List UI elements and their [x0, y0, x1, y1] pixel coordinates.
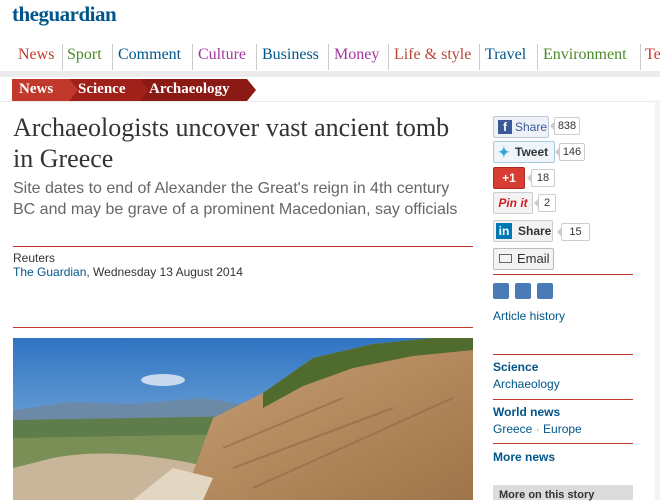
- divider: [493, 354, 633, 355]
- nav-item-business[interactable]: Business: [262, 46, 319, 64]
- nav-divider: [192, 44, 193, 70]
- breadcrumb-label: News: [19, 81, 54, 97]
- nav-divider: [388, 44, 389, 70]
- breadcrumb-arrow: [140, 79, 149, 101]
- guardian-logo[interactable]: theguardian: [12, 2, 117, 27]
- greece-tag-link[interactable]: Greece: [493, 422, 532, 436]
- tweet-count: 146: [555, 143, 585, 161]
- linkedin-share-count: 15: [557, 223, 590, 241]
- print-icon[interactable]: [493, 283, 509, 299]
- breadcrumb-arrow: [247, 79, 256, 101]
- more-on-this-story-heading: More on this story: [499, 489, 595, 501]
- google-icon[interactable]: [537, 283, 553, 299]
- email-label: Email: [517, 251, 550, 266]
- nav-item-environment[interactable]: Environment: [543, 46, 627, 64]
- tomb-excavation-photo: [13, 338, 473, 500]
- nav-item-comment[interactable]: Comment: [118, 46, 181, 64]
- nav-divider: [640, 44, 641, 70]
- archaeology-tag-link[interactable]: Archaeology: [493, 377, 560, 391]
- publication-line: The Guardian, Wednesday 13 August 2014: [13, 265, 243, 279]
- nav-underline: [0, 71, 660, 77]
- scrollbar-track[interactable]: [655, 100, 660, 500]
- nav-divider: [112, 44, 113, 70]
- article-headline: Archaeologists uncover vast ancient tomb…: [13, 113, 450, 173]
- google-plus-count: 18: [527, 169, 555, 187]
- share-icon[interactable]: [515, 283, 531, 299]
- email-icon: [499, 254, 512, 263]
- nav-item-sport[interactable]: Sport: [67, 46, 102, 64]
- world-news-section-link[interactable]: World news: [493, 405, 560, 419]
- linkedin-share-label: Share: [518, 224, 552, 238]
- nav-divider: [537, 44, 538, 70]
- facebook-icon: f: [498, 120, 512, 134]
- linkedin-share-button[interactable]: in Share: [493, 220, 553, 242]
- divider: [13, 327, 473, 328]
- pinterest-button[interactable]: Pin it: [493, 192, 533, 214]
- tweet-button[interactable]: ✦ Tweet: [493, 141, 555, 163]
- tag-separator: ·: [532, 422, 544, 436]
- publication-date: , Wednesday 13 August 2014: [86, 265, 243, 279]
- breadcrumb-archaeology[interactable]: Archaeology: [140, 79, 256, 101]
- divider: [13, 246, 473, 247]
- email-button[interactable]: Email: [493, 248, 554, 270]
- facebook-share-label: Share: [515, 120, 548, 134]
- facebook-share-button[interactable]: f Share: [493, 116, 549, 138]
- section-nav: News Sport Comment Culture Business Mone…: [0, 42, 660, 72]
- breadcrumb-news[interactable]: News: [12, 79, 78, 101]
- divider: [493, 443, 633, 444]
- facebook-share-count: 838: [550, 117, 580, 135]
- nav-item-technology[interactable]: Te: [645, 46, 660, 64]
- article-photo: [13, 338, 473, 500]
- twitter-icon: ✦: [498, 144, 510, 160]
- pinterest-count: 2: [534, 194, 556, 212]
- google-plus-icon: +1: [502, 171, 516, 185]
- nav-item-news[interactable]: News: [18, 46, 54, 64]
- tweet-label: Tweet: [515, 145, 549, 159]
- breadcrumb-arrow: [69, 79, 78, 101]
- google-plus-button[interactable]: +1: [493, 167, 525, 189]
- region-tags: Greece · Europe: [493, 422, 582, 436]
- nav-divider: [328, 44, 329, 70]
- breadcrumb-label: Archaeology: [149, 81, 230, 97]
- breadcrumb-underline: [0, 101, 660, 102]
- nav-item-travel[interactable]: Travel: [485, 46, 526, 64]
- nav-item-money[interactable]: Money: [334, 46, 379, 64]
- linkedin-icon: in: [496, 223, 512, 239]
- breadcrumb-label: Science: [78, 81, 126, 97]
- pinterest-icon: Pin it: [498, 196, 528, 210]
- science-section-link[interactable]: Science: [493, 360, 538, 374]
- article-standfirst: Site dates to end of Alexander the Great…: [13, 180, 458, 218]
- nav-divider: [62, 44, 63, 70]
- more-on-this-story-panel: More on this story: [493, 485, 633, 501]
- europe-tag-link[interactable]: Europe: [543, 422, 582, 436]
- breadcrumb-science[interactable]: Science: [69, 79, 149, 101]
- publication-link[interactable]: The Guardian: [13, 265, 86, 279]
- divider: [493, 399, 633, 400]
- byline: Reuters: [13, 251, 56, 265]
- nav-divider: [479, 44, 480, 70]
- article-history-link[interactable]: Article history: [493, 309, 565, 323]
- nav-item-life-style[interactable]: Life & style: [394, 46, 471, 64]
- nav-item-culture[interactable]: Culture: [198, 46, 246, 64]
- nav-divider: [256, 44, 257, 70]
- divider: [493, 274, 633, 275]
- more-news-link[interactable]: More news: [493, 450, 555, 464]
